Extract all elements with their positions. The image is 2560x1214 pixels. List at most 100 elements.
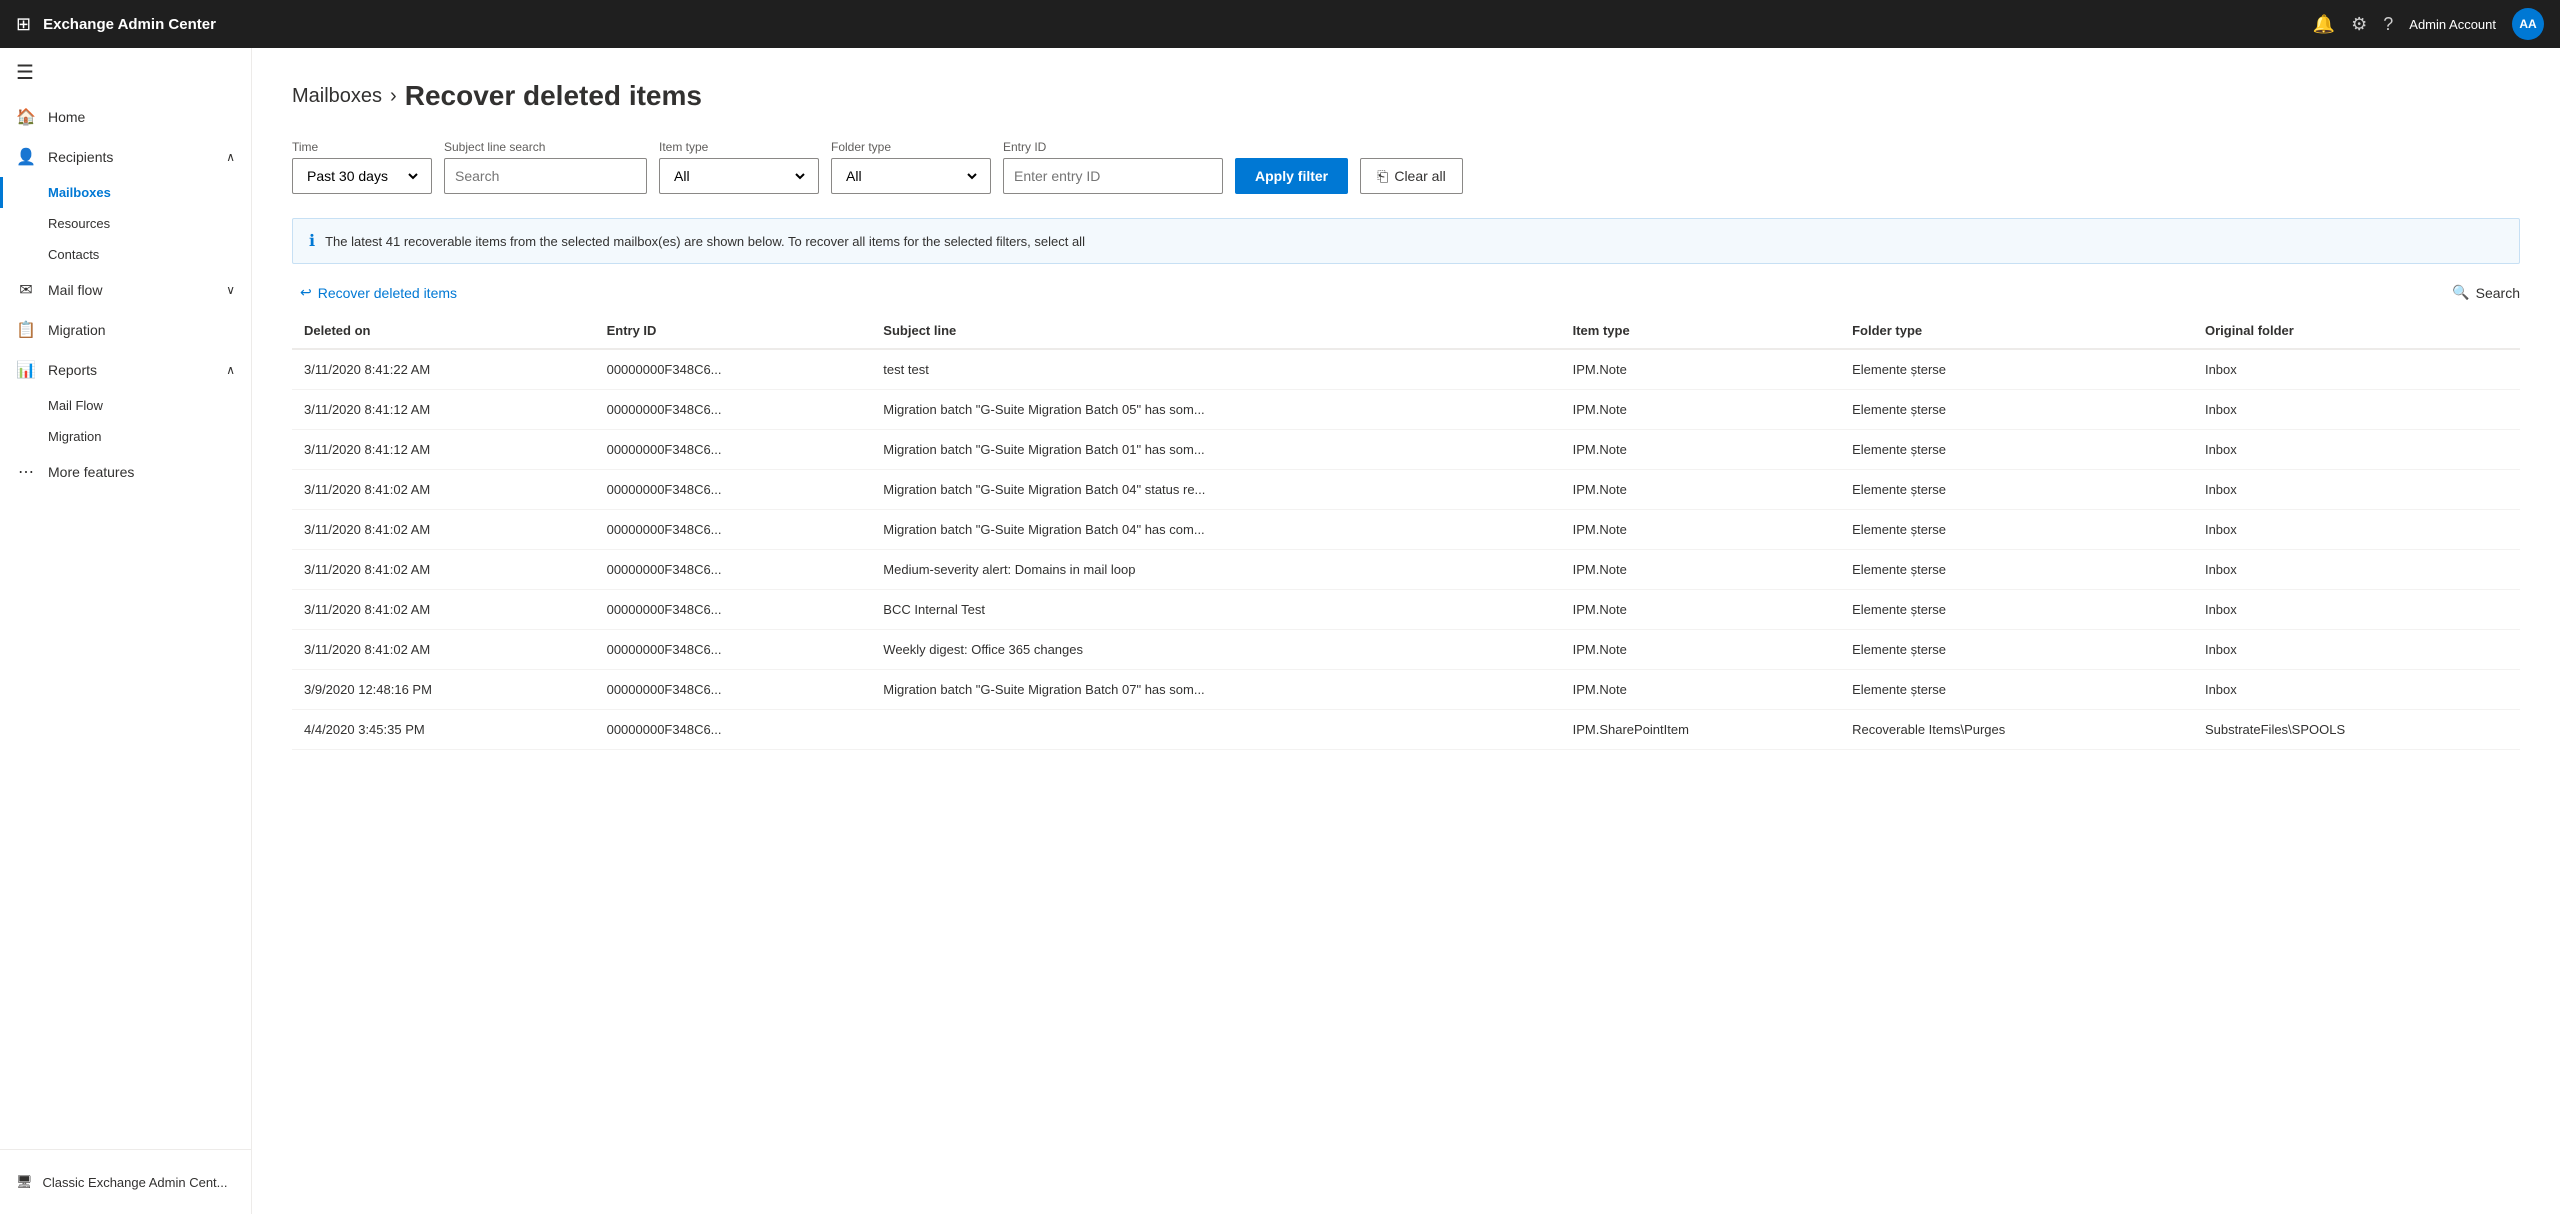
filter-entry-id-input[interactable] xyxy=(1003,158,1223,194)
chevron-up-icon-reports: ∧ xyxy=(226,363,235,377)
filter-subject-input[interactable] xyxy=(444,158,647,194)
cell-subject: BCC Internal Test xyxy=(871,590,1560,630)
cell-original-folder: Inbox xyxy=(2193,430,2520,470)
cell-item-type: IPM.Note xyxy=(1561,390,1840,430)
table-row[interactable]: 3/11/2020 8:41:12 AM 00000000F348C6... M… xyxy=(292,390,2520,430)
cell-entry-id: 00000000F348C6... xyxy=(595,630,872,670)
migration-icon: 📋 xyxy=(16,320,36,340)
filter-time-dropdown[interactable]: Past 24 hours Past 7 days Past 30 days P… xyxy=(303,167,421,185)
sidebar-subitem-migration-reports[interactable]: Migration xyxy=(0,421,251,452)
cell-folder-type: Elemente șterse xyxy=(1840,630,2193,670)
col-original-folder: Original folder xyxy=(2193,313,2520,349)
cell-entry-id: 00000000F348C6... xyxy=(595,430,872,470)
recover-icon: ↩ xyxy=(300,284,312,301)
sidebar-item-reports-label: Reports xyxy=(48,362,97,378)
cell-folder-type: Elemente șterse xyxy=(1840,550,2193,590)
cell-item-type: IPM.Note xyxy=(1561,470,1840,510)
sidebar-subitem-resources[interactable]: Resources xyxy=(0,208,251,239)
sidebar-item-migration-label: Migration xyxy=(48,322,106,338)
reports-icon: 📊 xyxy=(16,360,36,380)
recipients-icon: 👤 xyxy=(16,147,36,167)
table-row[interactable]: 3/11/2020 8:41:02 AM 00000000F348C6... W… xyxy=(292,630,2520,670)
cell-deleted-on: 3/11/2020 8:41:02 AM xyxy=(292,630,595,670)
table-row[interactable]: 3/11/2020 8:41:02 AM 00000000F348C6... M… xyxy=(292,510,2520,550)
sidebar-toggle[interactable]: ☰ xyxy=(0,48,251,97)
table-row[interactable]: 3/11/2020 8:41:02 AM 00000000F348C6... B… xyxy=(292,590,2520,630)
notification-icon[interactable]: 🔔 xyxy=(2313,14,2335,35)
classic-admin-link[interactable]: 🖥 Classic Exchange Admin Cent... xyxy=(16,1166,235,1198)
cell-original-folder: SubstrateFiles\SPOOLS xyxy=(2193,710,2520,750)
sidebar-subitem-mailboxes[interactable]: Mailboxes xyxy=(0,177,251,208)
sidebar-item-home[interactable]: 🏠 Home xyxy=(0,97,251,137)
cell-entry-id: 00000000F348C6... xyxy=(595,390,872,430)
info-bar: ℹ The latest 41 recoverable items from t… xyxy=(292,218,2520,264)
filter-time-select[interactable]: Past 24 hours Past 7 days Past 30 days P… xyxy=(292,158,432,194)
info-icon: ℹ xyxy=(309,231,315,251)
cell-subject: Weekly digest: Office 365 changes xyxy=(871,630,1560,670)
cell-entry-id: 00000000F348C6... xyxy=(595,470,872,510)
filter-item-type-select[interactable]: All Email Calendar Contact Task xyxy=(659,158,819,194)
cell-item-type: IPM.Note xyxy=(1561,430,1840,470)
sidebar-item-migration[interactable]: 📋 Migration xyxy=(0,310,251,350)
table-row[interactable]: 3/9/2020 12:48:16 PM 00000000F348C6... M… xyxy=(292,670,2520,710)
user-name: Admin Account xyxy=(2409,17,2496,32)
recover-label: Recover deleted items xyxy=(318,285,457,301)
cell-item-type: IPM.Note xyxy=(1561,670,1840,710)
cell-deleted-on: 3/11/2020 8:41:02 AM xyxy=(292,590,595,630)
sidebar-item-mailflow[interactable]: ✉ Mail flow ∨ xyxy=(0,270,251,310)
cell-subject: Migration batch "G-Suite Migration Batch… xyxy=(871,430,1560,470)
cell-deleted-on: 3/9/2020 12:48:16 PM xyxy=(292,670,595,710)
sidebar-item-recipients[interactable]: 👤 Recipients ∧ xyxy=(0,137,251,177)
deleted-items-table: Deleted on Entry ID Subject line Item ty… xyxy=(292,313,2520,750)
filter-entry-id-group: Entry ID xyxy=(1003,140,1223,194)
search-label: Search xyxy=(2476,285,2520,301)
cell-original-folder: Inbox xyxy=(2193,670,2520,710)
table-header: Deleted on Entry ID Subject line Item ty… xyxy=(292,313,2520,349)
cell-original-folder: Inbox xyxy=(2193,630,2520,670)
filter-item-type-label: Item type xyxy=(659,140,819,154)
cell-original-folder: Inbox xyxy=(2193,349,2520,390)
table-row[interactable]: 3/11/2020 8:41:02 AM 00000000F348C6... M… xyxy=(292,550,2520,590)
col-deleted-on: Deleted on xyxy=(292,313,595,349)
cell-item-type: IPM.Note xyxy=(1561,630,1840,670)
sidebar-subitem-mailflow[interactable]: Mail Flow xyxy=(0,390,251,421)
apply-filter-button[interactable]: Apply filter xyxy=(1235,158,1348,194)
sidebar-item-home-label: Home xyxy=(48,109,85,125)
sidebar-item-reports[interactable]: 📊 Reports ∧ xyxy=(0,350,251,390)
table-row[interactable]: 4/4/2020 3:45:35 PM 00000000F348C6... IP… xyxy=(292,710,2520,750)
table-row[interactable]: 3/11/2020 8:41:22 AM 00000000F348C6... t… xyxy=(292,349,2520,390)
classic-admin-label: Classic Exchange Admin Cent... xyxy=(43,1175,228,1190)
col-entry-id: Entry ID xyxy=(595,313,872,349)
recover-items-button[interactable]: ↩ Recover deleted items xyxy=(292,280,465,305)
table-row[interactable]: 3/11/2020 8:41:12 AM 00000000F348C6... M… xyxy=(292,430,2520,470)
sidebar-subitem-contacts[interactable]: Contacts xyxy=(0,239,251,270)
cell-folder-type: Elemente șterse xyxy=(1840,390,2193,430)
col-item-type: Item type xyxy=(1561,313,1840,349)
filter-subject-group: Subject line search xyxy=(444,140,647,194)
sidebar-item-more[interactable]: ⋯ More features xyxy=(0,452,251,492)
cell-original-folder: Inbox xyxy=(2193,390,2520,430)
cell-folder-type: Elemente șterse xyxy=(1840,430,2193,470)
cell-item-type: IPM.Note xyxy=(1561,550,1840,590)
clear-all-button[interactable]: ⎗ Clear all xyxy=(1360,158,1463,194)
breadcrumb-parent[interactable]: Mailboxes xyxy=(292,85,382,108)
grid-icon[interactable]: ⊞ xyxy=(16,14,31,35)
cell-original-folder: Inbox xyxy=(2193,470,2520,510)
help-icon[interactable]: ? xyxy=(2383,14,2393,35)
filter-folder-type-select[interactable]: All Inbox Sent Items Deleted Items xyxy=(831,158,991,194)
search-button[interactable]: 🔍 Search xyxy=(2452,284,2520,301)
more-icon: ⋯ xyxy=(16,462,36,482)
cell-subject: Migration batch "G-Suite Migration Batch… xyxy=(871,470,1560,510)
cell-item-type: IPM.Note xyxy=(1561,590,1840,630)
settings-icon[interactable]: ⚙ xyxy=(2351,14,2367,35)
breadcrumb: Mailboxes › Recover deleted items xyxy=(292,80,2520,112)
avatar[interactable]: AA xyxy=(2512,8,2544,40)
filter-folder-type-label: Folder type xyxy=(831,140,991,154)
sidebar-item-mailflow-label: Mail flow xyxy=(48,282,102,298)
filter-item-type-dropdown[interactable]: All Email Calendar Contact Task xyxy=(670,167,808,185)
filter-folder-type-dropdown[interactable]: All Inbox Sent Items Deleted Items xyxy=(842,167,980,185)
search-icon: 🔍 xyxy=(2452,284,2469,301)
cell-item-type: IPM.Note xyxy=(1561,510,1840,550)
app-title: Exchange Admin Center xyxy=(43,16,2301,33)
table-row[interactable]: 3/11/2020 8:41:02 AM 00000000F348C6... M… xyxy=(292,470,2520,510)
